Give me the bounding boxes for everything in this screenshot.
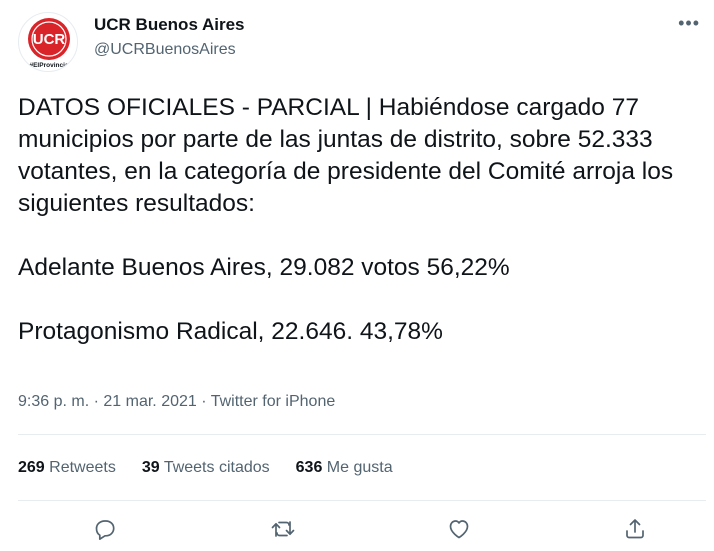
meta-separator: ·	[201, 393, 207, 410]
quotes-label: Tweets citados	[163, 459, 270, 476]
tweet-actions	[0, 514, 714, 546]
tweet-text: DATOS OFICIALES - PARCIAL | Habiéndose c…	[18, 94, 674, 345]
tweet-meta: 9:36 p. m. · 21 mar. 2021 · Twitter for …	[18, 393, 335, 411]
like-button[interactable]	[444, 514, 474, 544]
divider	[18, 500, 706, 501]
retweet-button[interactable]	[268, 514, 298, 544]
ucr-logo-icon: UCR #ElProvincia	[28, 18, 70, 69]
retweet-icon	[271, 521, 295, 537]
account-handle[interactable]: @UCRBuenosAires	[94, 40, 245, 60]
retweets-stat[interactable]: 269 Retweets	[18, 459, 116, 477]
retweets-count: 269	[18, 459, 45, 476]
avatar-hashtag-text: #ElProvincia	[29, 62, 68, 69]
likes-label: Me gusta	[326, 459, 393, 476]
like-icon	[449, 520, 469, 539]
share-icon	[626, 519, 644, 539]
more-options-icon[interactable]: •••	[678, 14, 700, 32]
tweet-time[interactable]: 9:36 p. m.	[18, 393, 89, 410]
avatar-logo-text: UCR	[33, 31, 66, 48]
likes-stat[interactable]: 636 Me gusta	[296, 459, 393, 477]
display-name[interactable]: UCR Buenos Aires	[94, 15, 245, 35]
meta-separator: ·	[93, 393, 99, 410]
tweet-date[interactable]: 21 mar. 2021	[103, 393, 196, 410]
likes-count: 636	[295, 459, 323, 476]
account-info: UCR Buenos Aires @UCRBuenosAires	[94, 15, 245, 60]
quotes-count: 39	[141, 459, 160, 476]
retweets-label: Retweets	[49, 459, 116, 476]
avatar[interactable]: UCR #ElProvincia	[18, 12, 78, 72]
tweet-stats: 269 Retweets 39 Tweets citados 636 Me gu…	[18, 459, 419, 477]
reply-icon	[95, 520, 115, 540]
tweet-header: UCR #ElProvincia UCR Buenos Aires @UCRBu…	[18, 12, 708, 72]
divider	[18, 434, 706, 435]
quotes-stat[interactable]: 39 Tweets citados	[142, 459, 270, 477]
tweet-source[interactable]: Twitter for iPhone	[211, 393, 336, 410]
reply-button[interactable]	[90, 514, 120, 544]
share-button[interactable]	[620, 514, 650, 544]
